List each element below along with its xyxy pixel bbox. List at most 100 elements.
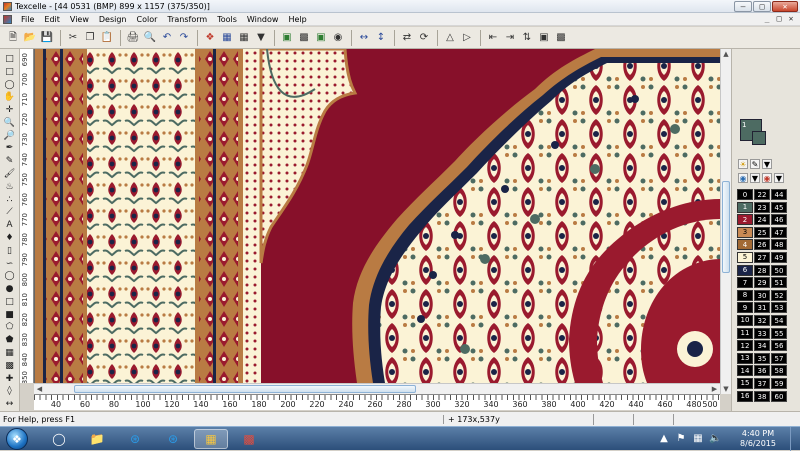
flip-horizontal-icon[interactable]: ↔ xyxy=(357,31,371,45)
palette-slot[interactable]: 60 xyxy=(771,390,787,402)
brush-icon[interactable]: 🖌 xyxy=(3,168,17,181)
grid-dropdown-icon[interactable]: ▼ xyxy=(254,31,268,45)
palette-slot[interactable]: 48 xyxy=(771,239,787,251)
symmetry-icon[interactable]: ▦ xyxy=(3,347,17,360)
filled-polygon-icon[interactable]: ⬟ xyxy=(3,334,17,347)
doc-minimize-button[interactable]: _ xyxy=(762,15,772,24)
clone-icon[interactable]: ♦ xyxy=(3,232,17,245)
palette-swatch[interactable]: 0 xyxy=(737,189,753,200)
palette-slot[interactable]: 27 xyxy=(754,251,770,263)
palette-slot[interactable]: 50 xyxy=(771,264,787,276)
print-icon[interactable]: 🖨 xyxy=(126,31,140,45)
design-canvas[interactable] xyxy=(34,49,720,383)
palette-swatch[interactable]: 11 xyxy=(737,327,753,339)
taskbar-clock[interactable]: 4:40 PM 8/6/2015 xyxy=(726,429,790,449)
palette-slot[interactable]: 24 xyxy=(754,214,770,226)
filled-ellipse-icon[interactable]: ● xyxy=(3,283,17,296)
repeat-icon[interactable]: ▦ xyxy=(220,31,234,45)
mirror-icon[interactable]: ⇄ xyxy=(400,31,414,45)
camera-icon[interactable]: ◉ xyxy=(331,31,345,45)
flip-vertical-icon[interactable]: ↕ xyxy=(374,31,388,45)
palette-slot[interactable]: 51 xyxy=(771,277,787,289)
select-rect-icon[interactable]: □ xyxy=(3,53,17,66)
layer-icon[interactable]: ▣ xyxy=(280,31,294,45)
palette-slot[interactable]: 28 xyxy=(754,264,770,276)
palette-slot[interactable]: 49 xyxy=(771,251,787,263)
explorer-taskbar-icon[interactable]: 📁 xyxy=(80,429,114,449)
palette-swatch[interactable]: 12 xyxy=(737,340,753,352)
select-rect-alt-icon[interactable]: □ xyxy=(3,66,17,79)
horizontal-scrollbar[interactable]: ◀ ▶ xyxy=(34,383,720,394)
palette-slot[interactable]: 52 xyxy=(771,289,787,301)
palette-slot[interactable]: 29 xyxy=(754,277,770,289)
menu-file[interactable]: File xyxy=(16,15,39,24)
palette-fg-select-icon[interactable]: ◉ xyxy=(738,173,748,183)
document-icon[interactable] xyxy=(3,14,12,24)
eyedropper-icon[interactable]: ✒ xyxy=(3,142,17,155)
zoom-in-icon[interactable]: 🔍 xyxy=(3,117,17,130)
palette-fg-dropdown-icon[interactable]: ▼ xyxy=(750,173,760,183)
save-icon[interactable]: 💾 xyxy=(40,31,54,45)
palette-swatch[interactable]: 10 xyxy=(737,314,753,326)
palette-slot[interactable]: 58 xyxy=(771,365,787,377)
menu-color[interactable]: Color xyxy=(132,15,163,24)
pattern-icon[interactable]: ▩ xyxy=(3,360,17,373)
ie-taskbar-icon[interactable]: ◯ xyxy=(42,429,76,449)
eraser-icon[interactable]: ▯ xyxy=(3,245,17,258)
palette-slot[interactable]: 31 xyxy=(754,302,770,314)
spray-icon[interactable]: ∴ xyxy=(3,194,17,207)
palette-bg-select-icon[interactable]: ◉ xyxy=(762,173,772,183)
fill-pattern-icon[interactable]: ▩ xyxy=(297,31,311,45)
color-reduce-icon[interactable]: ▣ xyxy=(314,31,328,45)
menu-tools[interactable]: Tools xyxy=(212,15,242,24)
horizontal-scroll-thumb[interactable] xyxy=(74,385,416,393)
palette-slot[interactable]: 35 xyxy=(754,352,770,364)
menu-design[interactable]: Design xyxy=(94,15,132,24)
fill-bucket-icon[interactable]: ♨ xyxy=(3,181,17,194)
palette-swatch[interactable]: 7 xyxy=(737,277,753,289)
scroll-up-arrow-icon[interactable]: ▲ xyxy=(721,49,731,59)
palette-slot[interactable]: 32 xyxy=(754,314,770,326)
align-center-icon[interactable]: ⇅ xyxy=(520,31,534,45)
zoom-out-icon[interactable]: 🔎 xyxy=(3,130,17,143)
menu-transform[interactable]: Transform xyxy=(162,15,212,24)
palette-edit-icon[interactable]: ✎ xyxy=(750,159,760,169)
palette-slot[interactable]: 26 xyxy=(754,239,770,251)
palette-slot[interactable]: 22 xyxy=(754,189,770,200)
rectangle-icon[interactable]: □ xyxy=(3,296,17,309)
palette-slot[interactable]: 54 xyxy=(771,314,787,326)
redo-icon[interactable]: ↷ xyxy=(177,31,191,45)
tray-network-icon[interactable]: ▦ xyxy=(692,433,704,445)
vertical-scrollbar[interactable]: ▲ ▼ xyxy=(720,49,731,394)
align-left-icon[interactable]: ⇤ xyxy=(486,31,500,45)
palette-swatch[interactable]: 8 xyxy=(737,289,753,301)
palette-swatch[interactable]: 5 xyxy=(737,251,753,263)
palette-slot[interactable]: 44 xyxy=(771,189,787,200)
menu-help[interactable]: Help xyxy=(283,15,311,24)
print-preview-icon[interactable]: 🔍 xyxy=(143,31,157,45)
palette-swatch[interactable]: 13 xyxy=(737,352,753,364)
palette-slot[interactable]: 45 xyxy=(771,201,787,213)
palette-swatch[interactable]: 6 xyxy=(737,264,753,276)
line-icon[interactable]: ⟋ xyxy=(3,206,17,219)
grid-icon[interactable]: ▦ xyxy=(237,31,251,45)
menu-window[interactable]: Window xyxy=(242,15,284,24)
palette-slot[interactable]: 38 xyxy=(754,390,770,402)
pencil-icon[interactable]: ✎ xyxy=(3,155,17,168)
lasso-icon[interactable]: ◯ xyxy=(3,79,17,92)
palette-swatch[interactable]: 1 xyxy=(737,201,753,213)
tray-volume-icon[interactable]: 🔈 xyxy=(709,433,721,445)
filled-rectangle-icon[interactable]: ■ xyxy=(3,309,17,322)
palette-swatch[interactable]: 4 xyxy=(737,239,753,251)
palette-swatch[interactable]: 15 xyxy=(737,377,753,389)
palette-swatch[interactable]: 9 xyxy=(737,302,753,314)
transform-icon[interactable]: ❖ xyxy=(203,31,217,45)
text-tool-icon[interactable]: A xyxy=(3,219,17,232)
distribute-icon[interactable]: ▩ xyxy=(554,31,568,45)
scroll-down-arrow-icon[interactable]: ▼ xyxy=(721,384,731,394)
palette-swatch[interactable]: 3 xyxy=(737,226,753,238)
background-color-swatch[interactable] xyxy=(752,131,766,145)
align-right-icon[interactable]: ⇥ xyxy=(503,31,517,45)
palette-swatch[interactable]: 14 xyxy=(737,365,753,377)
palette-slot[interactable]: 23 xyxy=(754,201,770,213)
